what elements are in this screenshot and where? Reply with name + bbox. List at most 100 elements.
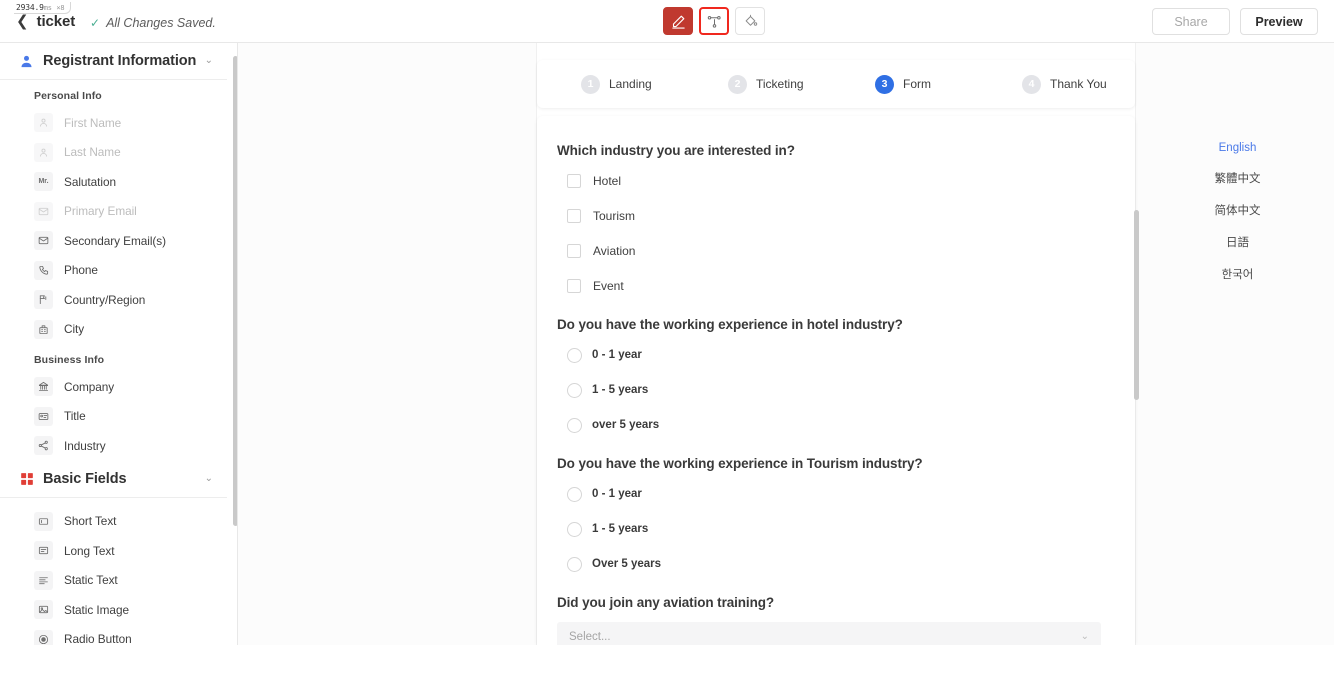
step-number: 1: [581, 74, 600, 94]
sidebar-field-short-text[interactable]: Short Text: [0, 507, 237, 537]
step-label: Form: [903, 77, 931, 91]
sidebar-field-radio-button[interactable]: Radio Button: [0, 625, 237, 645]
edit-pencil-button[interactable]: [663, 7, 693, 35]
step-number: 4: [1022, 74, 1041, 94]
user-icon: [18, 53, 35, 70]
question-block-0: Which industry you are interested in? Hot…: [557, 143, 1101, 297]
workflow-node-icon: [707, 14, 722, 29]
sidebar-field-label: Salutation: [64, 174, 116, 189]
radio-option[interactable]: Over 5 years: [557, 553, 1101, 575]
sidebar-field-long-text[interactable]: Long Text: [0, 536, 237, 566]
language-option-0[interactable]: English: [1219, 142, 1257, 154]
phone-icon: [34, 260, 53, 280]
step-landing[interactable]: 1 Landing: [581, 74, 728, 94]
sidebar-field-city[interactable]: City: [0, 315, 237, 345]
bank-icon: [34, 377, 53, 397]
option-label: Event: [593, 279, 624, 293]
sidebar-field-label: Primary Email: [64, 204, 137, 219]
checkbox-input[interactable]: [567, 279, 581, 293]
step-number: 3: [875, 74, 894, 94]
checkbox-option[interactable]: Tourism: [557, 205, 1101, 227]
radio-input[interactable]: [567, 486, 582, 502]
chevron-down-icon[interactable]: ⌄: [205, 55, 213, 66]
checkbox-input[interactable]: [567, 244, 581, 258]
radio-input[interactable]: [567, 417, 582, 433]
flag-icon: [34, 290, 53, 310]
radio-input[interactable]: [567, 556, 582, 572]
field-group-label: Personal Info: [34, 90, 102, 102]
sidebar-field-label: Title: [64, 409, 86, 424]
language-option-2[interactable]: 简体中文: [1215, 202, 1261, 218]
sidebar-panel-header-1[interactable]: Basic Fields ⌄: [0, 461, 237, 497]
radio-option[interactable]: over 5 years: [557, 414, 1101, 436]
checkbox-option[interactable]: Hotel: [557, 170, 1101, 192]
sidebar-field-secondary-email-s[interactable]: Secondary Email(s): [0, 226, 237, 256]
sidebar-field-label: City: [64, 322, 85, 337]
sidebar-field-static-image[interactable]: Static Image: [0, 595, 237, 625]
language-switcher: English 繁體中文简体中文日語 한국어: [1141, 142, 1334, 282]
checkbox-option[interactable]: Aviation: [557, 240, 1101, 262]
select-placeholder: Select...: [569, 630, 611, 643]
question-block-2: Do you have the working experience in To…: [557, 456, 1101, 575]
sidebar-field-title[interactable]: Title: [0, 402, 237, 432]
canvas-scrollbar-thumb[interactable]: [1134, 210, 1139, 400]
sidebar-field-static-text[interactable]: Static Text: [0, 566, 237, 596]
question-block-1: Do you have the working experience in ho…: [557, 317, 1101, 436]
fields-sidebar: Registrant Information ⌄ Personal Info Firs…: [0, 43, 238, 645]
workflow-node-button[interactable]: [699, 7, 729, 35]
share-nodes-icon: [34, 436, 53, 456]
chevron-down-icon[interactable]: ⌄: [1081, 631, 1089, 642]
perf-count: ×8: [56, 4, 65, 12]
option-label: 0 - 1 year: [592, 349, 642, 361]
sidebar-field-label: Static Image: [64, 602, 129, 617]
radio-input[interactable]: [567, 521, 582, 537]
sidebar-panel-header-0[interactable]: Registrant Information ⌄: [0, 43, 237, 79]
envelope-icon: [34, 231, 53, 251]
sidebar-field-phone[interactable]: Phone: [0, 256, 237, 286]
radio-option[interactable]: 1 - 5 years: [557, 518, 1101, 540]
language-option-4[interactable]: 한국어: [1222, 266, 1254, 282]
mr-icon: Mr.: [34, 172, 53, 192]
radio-option[interactable]: 0 - 1 year: [557, 483, 1101, 505]
step-label: Ticketing: [756, 77, 804, 91]
chevron-down-icon[interactable]: ⌄: [205, 473, 213, 484]
sidebar-field-label: Last Name: [64, 145, 121, 160]
preview-button[interactable]: Preview: [1240, 8, 1318, 35]
language-option-3[interactable]: 日語: [1226, 234, 1249, 250]
language-column: English 繁體中文简体中文日語 한국어: [1141, 43, 1334, 645]
paint-bucket-button[interactable]: [735, 7, 765, 35]
language-option-1[interactable]: 繁體中文: [1215, 170, 1261, 186]
radio-input[interactable]: [567, 347, 582, 363]
top-toolbar: 2934.9ms ×8 ❮ ticket ✓ All Changes Saved…: [0, 0, 1334, 43]
back-to-project[interactable]: ❮ ticket: [16, 13, 75, 30]
image-icon: [34, 600, 53, 620]
step-label: Thank You: [1050, 77, 1107, 91]
sidebar-field-label: First Name: [64, 115, 122, 130]
step-ticketing[interactable]: 2 Ticketing: [728, 74, 875, 94]
person-outline-icon: [34, 142, 53, 162]
chevron-left-icon[interactable]: ❮: [16, 14, 29, 29]
envelope-icon: [34, 201, 53, 221]
checkbox-option[interactable]: Event: [557, 275, 1101, 297]
application-window: 2934.9ms ×8 ❮ ticket ✓ All Changes Saved…: [0, 0, 1334, 645]
option-label: Aviation: [593, 244, 636, 258]
step-form[interactable]: 3 Form: [875, 74, 1022, 94]
perf-unit: ms: [43, 4, 52, 12]
radio-input[interactable]: [567, 382, 582, 398]
checkbox-input[interactable]: [567, 174, 581, 188]
question-block-3: Did you join any aviation training? Selec…: [557, 595, 1101, 645]
sidebar-field-industry[interactable]: Industry: [0, 431, 237, 461]
step-number: 2: [728, 74, 747, 94]
share-button[interactable]: Share: [1152, 8, 1230, 35]
sidebar-field-salutation[interactable]: Mr. Salutation: [0, 167, 237, 197]
select-dropdown[interactable]: Select... ⌄: [557, 622, 1101, 645]
step-label: Landing: [609, 77, 652, 91]
checkbox-input[interactable]: [567, 209, 581, 223]
radio-option[interactable]: 1 - 5 years: [557, 379, 1101, 401]
sidebar-field-company[interactable]: Company: [0, 372, 237, 402]
sidebar-field-country-region[interactable]: Country/Region: [0, 285, 237, 315]
sidebar-field-label: Long Text: [64, 543, 115, 558]
building-icon: [34, 319, 53, 339]
radio-option[interactable]: 0 - 1 year: [557, 344, 1101, 366]
